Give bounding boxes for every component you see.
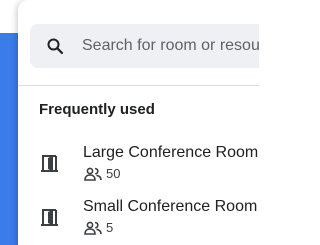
room-name: Small Conference Room — [83, 198, 258, 215]
room-door-icon — [40, 207, 60, 227]
room-item-small-conference-room[interactable]: Small Conference Room 5 — [18, 197, 259, 243]
room-item-large-conference-room[interactable]: Large Conference Room 50 — [18, 143, 259, 189]
background-accent-panel — [0, 33, 18, 245]
search-input[interactable] — [82, 24, 259, 68]
room-capacity: 5 — [106, 220, 114, 235]
people-icon — [84, 221, 102, 235]
room-picker-panel: Frequently used Large Conference Room — [18, 0, 259, 245]
people-icon — [84, 167, 102, 181]
search-icon — [46, 37, 64, 55]
section-heading-frequently-used: Frequently used — [39, 101, 155, 118]
search-box[interactable] — [30, 24, 259, 68]
room-door-icon — [40, 153, 60, 173]
room-name: Large Conference Room — [83, 144, 259, 161]
room-capacity: 50 — [106, 166, 121, 181]
room-picker-screen: Frequently used Large Conference Room — [0, 0, 259, 245]
divider — [18, 85, 259, 86]
